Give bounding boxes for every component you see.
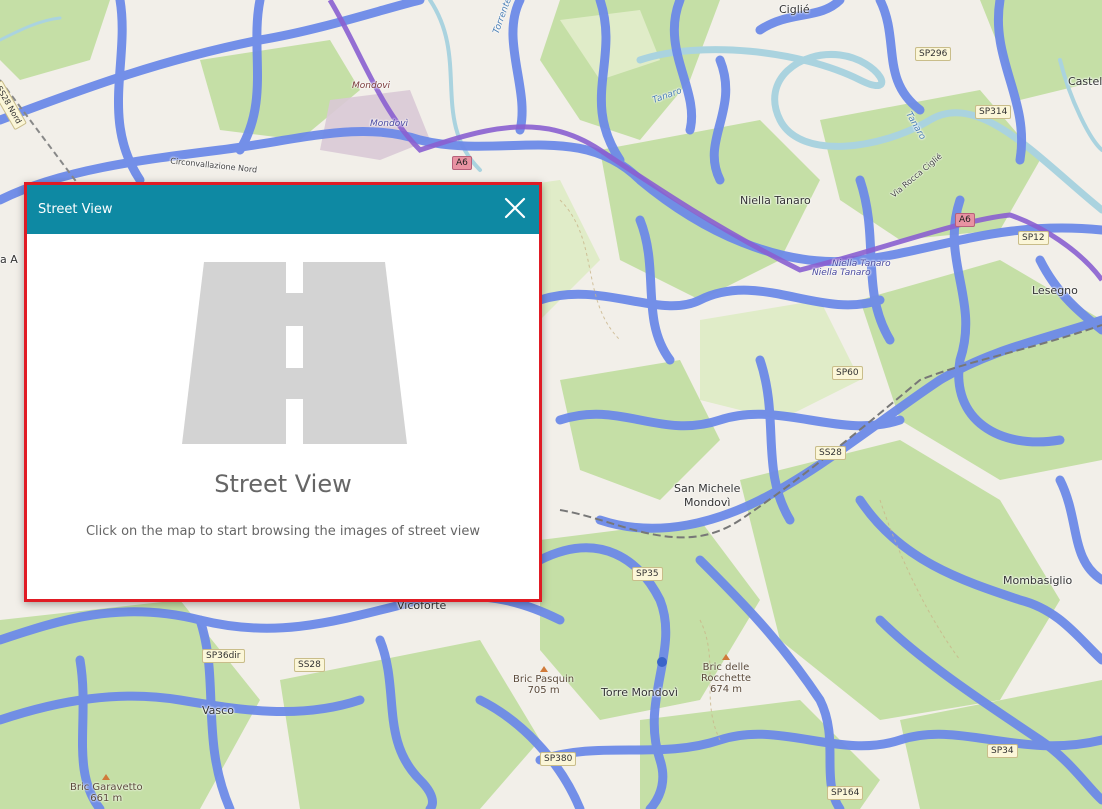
peak-name: Bric delle Rocchette (700, 662, 752, 684)
peak-elevation: 661 m (90, 793, 123, 804)
peak-bric-garavetto: Bric Garavetto 661 m (70, 774, 143, 804)
street-view-heading: Street View (214, 470, 352, 498)
street-view-panel-header: Street View (27, 185, 539, 234)
place-label-san-michele-mondovi: Mondovì (684, 496, 731, 509)
road-shield-sp60: SP60 (832, 366, 863, 380)
peak-bric-rocchette: Bric delle Rocchette 674 m (700, 654, 752, 695)
place-label-torre-mondovi: Torre Mondovì (601, 686, 678, 699)
place-label-mondovi: Mondovi (352, 81, 391, 91)
road-shield-sp12: SP12 (1018, 231, 1049, 245)
road-shield-sp314: SP314 (975, 105, 1012, 119)
place-label-niella-tanaro-road2: Niella Tanaro (812, 268, 871, 278)
street-view-panel-title: Street View (38, 202, 113, 217)
place-label-left-edge: a A (0, 253, 18, 266)
peak-elevation: 674 m (709, 684, 742, 695)
peak-elevation: 705 m (527, 685, 560, 696)
place-label-lesegno: Lesegno (1032, 284, 1078, 297)
road-icon (182, 262, 407, 444)
peak-triangle-icon (722, 654, 730, 660)
road-shield-ss28-2: SS28 (294, 658, 325, 672)
road-shield-sp35: SP35 (632, 567, 663, 581)
place-label-niella-tanaro: Niella Tanaro (740, 194, 811, 207)
close-icon[interactable] (503, 196, 527, 220)
peak-triangle-icon (102, 774, 111, 780)
place-label-castel: Castel (1068, 75, 1102, 88)
road-shield-ss28-1: SS28 (815, 446, 846, 460)
street-view-panel-body: Street View Click on the map to start br… (27, 234, 539, 599)
place-label-mombasiglio: Mombasiglio (1003, 574, 1073, 587)
place-label-mondovi-urban: Mondovì (370, 119, 409, 129)
place-label-vasco: Vasco (202, 704, 234, 717)
road-shield-sp36dir: SP36dir (202, 649, 245, 663)
place-label-san-michele: San Michele (674, 482, 741, 495)
road-shield-sp296: SP296 (915, 47, 952, 61)
peak-name: Bric Pasquin (513, 674, 575, 685)
street-view-hint: Click on the map to start browsing the i… (85, 524, 481, 539)
place-label-ciglie: Ciglié (779, 3, 810, 16)
road-shield-a6-1: A6 (452, 156, 472, 170)
road-shield-sp164: SP164 (827, 786, 864, 800)
peak-bric-pasquin: Bric Pasquin 705 m (513, 666, 574, 696)
road-shield-sp34: SP34 (987, 744, 1018, 758)
road-shield-sp380: SP380 (540, 752, 577, 766)
peak-triangle-icon (539, 666, 548, 672)
peak-name: Bric Garavetto (70, 782, 143, 793)
street-view-panel: Street View Street View Click on the map… (24, 182, 542, 602)
road-shield-a6-2: A6 (955, 213, 975, 227)
